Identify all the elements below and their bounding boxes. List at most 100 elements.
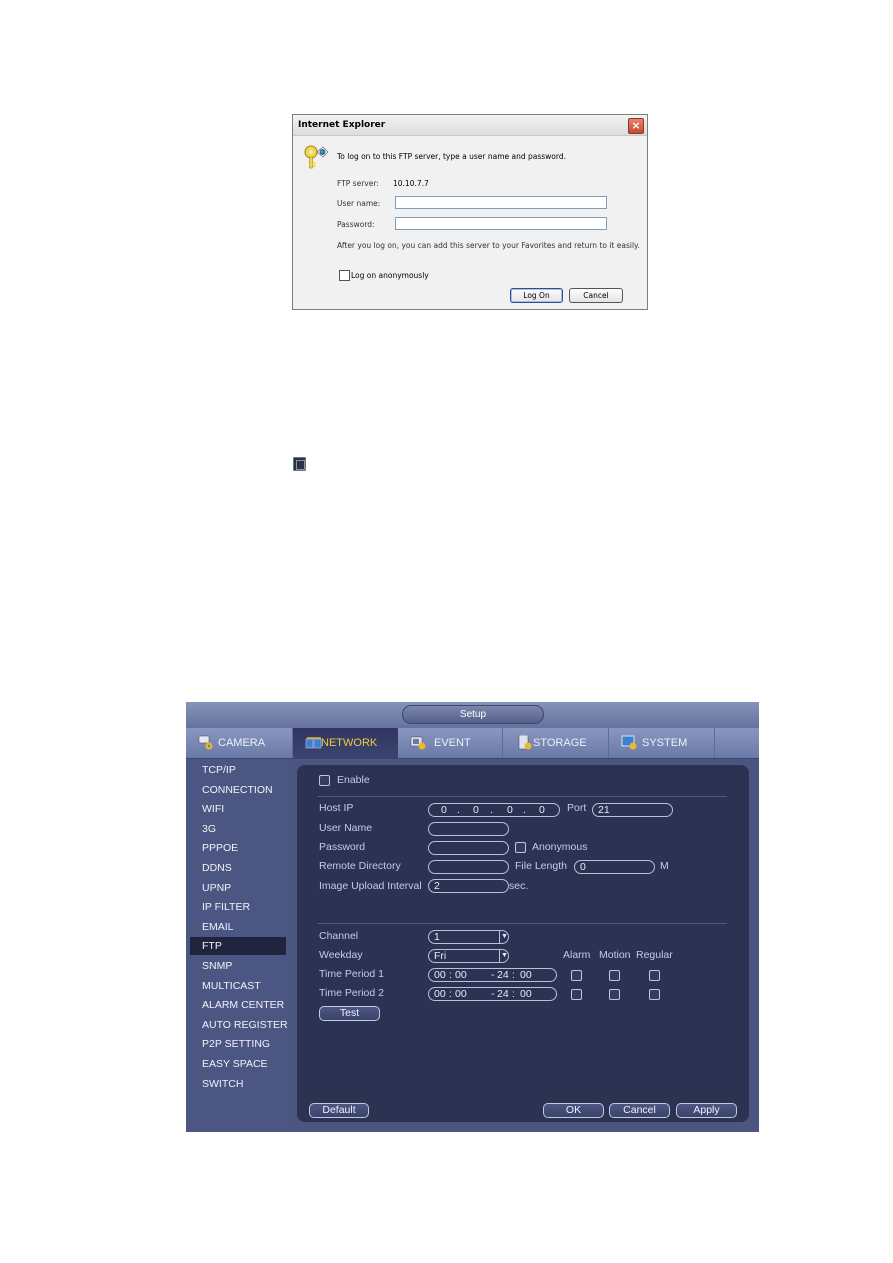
setup-topbar: Setup xyxy=(186,702,759,728)
period-2-alarm-checkbox[interactable] xyxy=(571,989,582,1000)
user-name-input[interactable] xyxy=(428,822,509,836)
event-icon xyxy=(410,736,426,750)
password-label: Password: xyxy=(337,220,375,229)
file-length-unit: M xyxy=(660,860,669,872)
sidebar-item-snmp[interactable]: SNMP xyxy=(190,957,286,975)
system-icon xyxy=(621,735,637,750)
ftp-server-label: FTP server: xyxy=(337,179,379,188)
ie-ftp-login-dialog: Internet Explorer × To log on to this FT… xyxy=(292,114,648,310)
port-label: Port xyxy=(567,802,587,814)
sidebar-item-ip-filter[interactable]: IP FILTER xyxy=(190,898,286,916)
upload-interval-input[interactable]: 2 xyxy=(428,879,509,893)
end-minute[interactable]: 00 xyxy=(520,969,532,981)
sidebar-item-ddns[interactable]: DDNS xyxy=(190,859,286,877)
chevron-down-icon: ▼ xyxy=(499,949,509,963)
tab-label: NETWORK xyxy=(321,737,378,749)
channel-label: Channel xyxy=(319,930,359,942)
checkbox-icon xyxy=(293,457,306,471)
username-label: User name: xyxy=(337,199,381,208)
anonymous-checkbox[interactable] xyxy=(339,270,350,281)
sidebar-item-p2p-setting[interactable]: P2P SETTING xyxy=(190,1035,286,1053)
password-label: Password xyxy=(319,841,366,853)
channel-value: 1 xyxy=(434,931,440,943)
host-ip-input[interactable]: 0 . 0 . 0 . 0 xyxy=(428,803,560,817)
dvr-setup-window: Setup CAMERA NETWORK EVENT STORAGE SYSTE… xyxy=(186,702,759,1132)
sidebar-item-ftp[interactable]: FTP xyxy=(190,937,286,956)
cancel-button[interactable]: Cancel xyxy=(609,1103,670,1118)
file-length-label: File Length xyxy=(515,860,567,872)
password-input[interactable] xyxy=(428,841,509,855)
period-2-regular-checkbox[interactable] xyxy=(649,989,660,1000)
tab-network[interactable]: NETWORK xyxy=(293,728,398,758)
key-globe-icon xyxy=(304,145,329,169)
tab-storage[interactable]: STORAGE xyxy=(503,728,609,758)
sidebar-item-email[interactable]: EMAIL xyxy=(190,918,286,936)
tab-camera[interactable]: CAMERA xyxy=(186,728,293,758)
port-input[interactable]: 21 xyxy=(592,803,673,817)
sidebar-item-alarm-center[interactable]: ALARM CENTER xyxy=(190,996,286,1014)
sidebar-item-wifi[interactable]: WIFI xyxy=(190,800,286,818)
tab-system[interactable]: SYSTEM xyxy=(609,728,715,758)
period-1-regular-checkbox[interactable] xyxy=(649,970,660,981)
default-button[interactable]: Default xyxy=(309,1103,369,1118)
sidebar-item-connection[interactable]: CONNECTION xyxy=(190,781,286,799)
camera-gear-icon xyxy=(198,735,213,750)
weekday-label: Weekday xyxy=(319,949,363,961)
sidebar-item-pppoe[interactable]: PPPOE xyxy=(190,839,286,857)
close-icon[interactable]: × xyxy=(628,118,644,134)
anonymous-label: Anonymous xyxy=(532,841,588,853)
dialog-titlebar: Internet Explorer × xyxy=(293,115,647,136)
ftp-server-value: 10.10.7.7 xyxy=(393,179,429,188)
end-hour[interactable]: 24 xyxy=(497,988,509,1000)
sidebar-item-switch[interactable]: SWITCH xyxy=(190,1075,286,1093)
motion-column-label: Motion xyxy=(599,949,631,961)
upload-interval-label: Image Upload Interval xyxy=(319,880,422,892)
enable-label: Enable xyxy=(337,774,370,786)
password-input[interactable] xyxy=(395,217,607,230)
main-tabs: CAMERA NETWORK EVENT STORAGE SYSTEM xyxy=(186,728,759,759)
sidebar-item-easy-space[interactable]: EASY SPACE xyxy=(190,1055,286,1073)
separator xyxy=(317,796,727,797)
ip-octet-2[interactable]: 0 xyxy=(473,804,479,816)
time-period-1-input[interactable]: 00 : 00 - 24 : 00 xyxy=(428,968,557,982)
period-1-motion-checkbox[interactable] xyxy=(609,970,620,981)
period-2-motion-checkbox[interactable] xyxy=(609,989,620,1000)
start-hour[interactable]: 00 xyxy=(434,969,446,981)
remote-directory-input[interactable] xyxy=(428,860,509,874)
end-hour[interactable]: 24 xyxy=(497,969,509,981)
username-input[interactable] xyxy=(395,196,607,209)
tab-label: CAMERA xyxy=(218,737,266,749)
test-button[interactable]: Test xyxy=(319,1006,380,1021)
ip-octet-1[interactable]: 0 xyxy=(441,804,447,816)
time-period-2-label: Time Period 2 xyxy=(319,987,384,999)
weekday-select[interactable]: Fri ▼ xyxy=(428,949,509,963)
end-minute[interactable]: 00 xyxy=(520,988,532,1000)
log-on-button[interactable]: Log On xyxy=(510,288,563,303)
start-hour[interactable]: 00 xyxy=(434,988,446,1000)
channel-select[interactable]: 1 ▼ xyxy=(428,930,509,944)
network-sidebar: TCP/IP CONNECTION WIFI 3G PPPOE DDNS UPNP IP FI… xyxy=(186,759,291,1132)
ip-octet-3[interactable]: 0 xyxy=(507,804,513,816)
start-minute[interactable]: 00 xyxy=(455,988,467,1000)
setup-title: Setup xyxy=(402,705,544,724)
apply-button[interactable]: Apply xyxy=(676,1103,737,1118)
sidebar-item-auto-register[interactable]: AUTO REGISTER xyxy=(190,1016,288,1034)
tab-event[interactable]: EVENT xyxy=(398,728,503,758)
ok-button[interactable]: OK xyxy=(543,1103,604,1118)
chevron-down-icon: ▼ xyxy=(499,930,509,944)
period-1-alarm-checkbox[interactable] xyxy=(571,970,582,981)
file-length-input[interactable]: 0 xyxy=(574,860,655,874)
anonymous-checkbox[interactable] xyxy=(515,842,526,853)
sidebar-item-tcp-ip[interactable]: TCP/IP xyxy=(190,761,286,779)
dialog-title: Internet Explorer xyxy=(298,120,386,130)
sidebar-item-upnp[interactable]: UPNP xyxy=(190,879,286,897)
user-name-label: User Name xyxy=(319,822,373,834)
enable-checkbox[interactable] xyxy=(319,775,330,786)
sidebar-item-3g[interactable]: 3G xyxy=(190,820,286,838)
sidebar-item-multicast[interactable]: MULTICAST xyxy=(190,977,286,995)
start-minute[interactable]: 00 xyxy=(455,969,467,981)
cancel-button[interactable]: Cancel xyxy=(569,288,623,303)
ip-octet-4[interactable]: 0 xyxy=(539,804,545,816)
weekday-value: Fri xyxy=(434,950,447,962)
time-period-2-input[interactable]: 00 : 00 - 24 : 00 xyxy=(428,987,557,1001)
